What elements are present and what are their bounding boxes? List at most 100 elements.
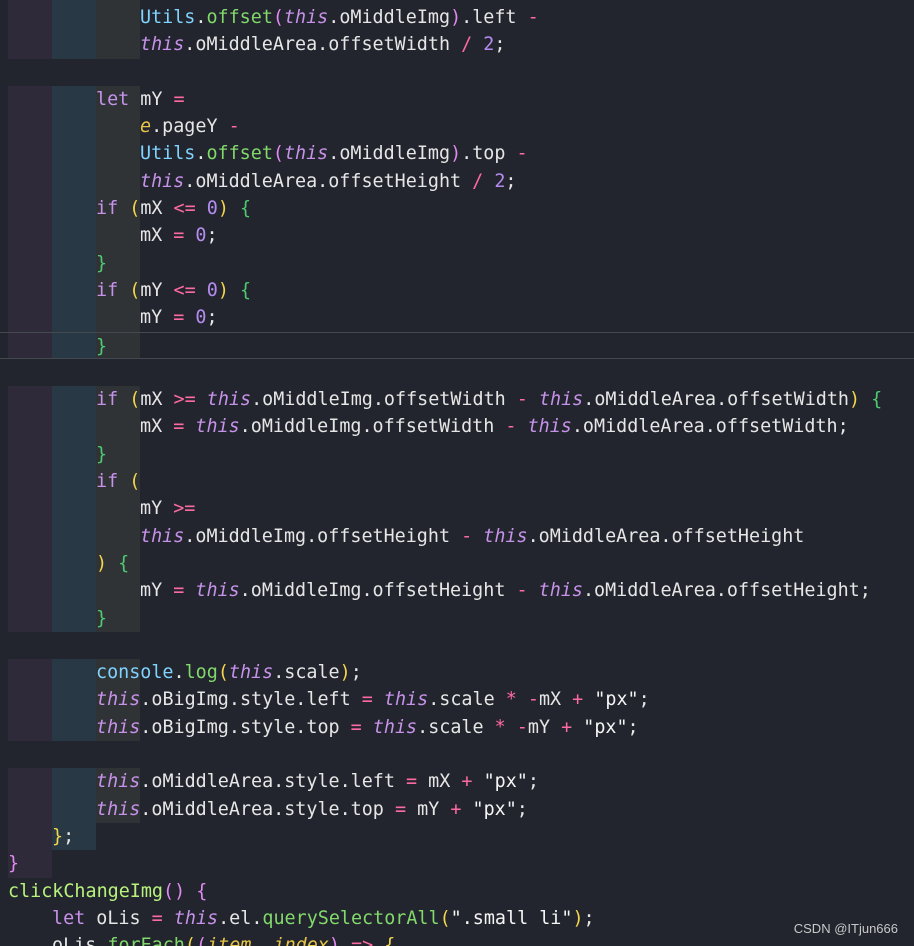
- code-token: +: [561, 716, 573, 738]
- watermark: CSDN @ITjun666: [793, 921, 898, 936]
- code-token: this: [483, 525, 528, 547]
- code-token: mY: [140, 279, 174, 301]
- code-line[interactable]: [0, 58, 914, 86]
- code-line[interactable]: Utils.offset(this.oMiddleImg).top -: [0, 140, 914, 168]
- code-line[interactable]: }: [0, 249, 914, 277]
- code-line[interactable]: this.oMiddleImg.offsetHeight - this.oMid…: [0, 522, 914, 550]
- code-line[interactable]: this.oMiddleArea.style.top = mY + "px";: [0, 795, 914, 823]
- code-token: mX: [140, 416, 174, 438]
- code-token: if: [96, 471, 119, 493]
- code-line[interactable]: mY >=: [0, 495, 914, 523]
- code-text: mX = 0;: [140, 222, 218, 249]
- code-line[interactable]: if (: [0, 468, 914, 496]
- code-token: -: [516, 389, 528, 411]
- code-line[interactable]: if (mX <= 0) {: [0, 195, 914, 223]
- code-line[interactable]: oLis.forEach((item, index) => {: [0, 932, 914, 946]
- code-token: e: [140, 116, 152, 138]
- code-lines[interactable]: Utils.offset(this.oMiddleImg).left - this…: [0, 4, 914, 946]
- code-token: ;: [505, 170, 517, 192]
- code-line[interactable]: mX = this.oMiddleImg.offsetWidth - this.…: [0, 413, 914, 441]
- code-line[interactable]: }: [0, 331, 914, 359]
- code-token: 0: [206, 198, 218, 220]
- code-token: =>: [351, 935, 374, 946]
- code-line[interactable]: }: [0, 850, 914, 878]
- code-token: .scale: [428, 689, 506, 711]
- code-token: ;: [63, 825, 75, 847]
- code-text: }: [96, 250, 107, 277]
- code-text: this.oMiddleImg.offsetHeight - this.oMid…: [140, 523, 804, 550]
- code-token: item: [207, 935, 252, 946]
- code-token: ;: [627, 716, 639, 738]
- code-line[interactable]: Utils.offset(this.oMiddleImg).left -: [0, 4, 914, 32]
- code-line[interactable]: e.pageY -: [0, 113, 914, 141]
- code-text: if (mX <= 0) {: [96, 195, 251, 222]
- code-token: .: [173, 662, 185, 684]
- code-token: console: [96, 662, 174, 684]
- code-line[interactable]: }: [0, 604, 914, 632]
- code-line[interactable]: this.oMiddleArea.offsetWidth / 2;: [0, 31, 914, 59]
- code-token: ".small li": [450, 907, 573, 929]
- code-line[interactable]: this.oBigImg.style.left = this.scale * -…: [0, 686, 914, 714]
- code-line[interactable]: this.oMiddleArea.style.left = mX + "px";: [0, 768, 914, 796]
- code-line[interactable]: console.log(this.scale);: [0, 659, 914, 687]
- code-line[interactable]: }: [0, 440, 914, 469]
- code-token: >=: [173, 498, 196, 520]
- code-line[interactable]: let oLis = this.el.querySelectorAll(".sm…: [0, 904, 914, 933]
- code-token: mX: [417, 771, 462, 793]
- code-line[interactable]: };: [0, 822, 914, 851]
- code-token: oLis.: [52, 935, 108, 946]
- code-token: log: [184, 662, 218, 684]
- code-token: -: [516, 716, 528, 738]
- code-token: (: [272, 143, 284, 165]
- code-token: =: [173, 225, 185, 247]
- code-token: =: [406, 771, 418, 793]
- code-token: .oBigImg.style.top: [140, 716, 351, 738]
- code-token: .oMiddleArea.style.top: [140, 798, 395, 820]
- code-line[interactable]: [0, 741, 914, 769]
- code-text: let mY =: [96, 86, 185, 113]
- code-token: {: [118, 552, 130, 574]
- code-token: .left: [461, 7, 528, 28]
- code-line[interactable]: [0, 358, 914, 387]
- code-token: this: [283, 143, 329, 165]
- code-token: 0: [195, 307, 207, 329]
- code-line[interactable]: let mY =: [0, 85, 914, 114]
- code-token: (: [439, 907, 451, 929]
- code-line[interactable]: clickChangeImg() {: [0, 877, 914, 905]
- code-line[interactable]: mY = 0;: [0, 304, 914, 332]
- code-text: };: [52, 823, 74, 850]
- code-text: this.oMiddleArea.offsetHeight / 2;: [140, 168, 516, 195]
- code-line[interactable]: this.oMiddleArea.offsetHeight / 2;: [0, 167, 914, 196]
- code-token: Utils: [140, 143, 196, 165]
- code-token: (: [195, 935, 208, 946]
- code-text: mX = this.oMiddleImg.offsetWidth - this.…: [140, 413, 849, 440]
- code-token: +: [450, 798, 462, 820]
- code-token: .pageY: [151, 116, 229, 138]
- code-line[interactable]: mY = this.oMiddleImg.offsetHeight - this…: [0, 577, 914, 605]
- code-token: .oMiddleArea.offsetHeight: [184, 170, 473, 192]
- code-line[interactable]: this.oBigImg.style.top = this.scale * -m…: [0, 713, 914, 742]
- code-line[interactable]: [0, 631, 914, 660]
- code-token: mX: [140, 225, 174, 247]
- code-line[interactable]: mX = 0;: [0, 222, 914, 250]
- code-token: mX: [538, 689, 573, 711]
- code-text: }: [96, 441, 107, 468]
- code-line[interactable]: if (mX >= this.oMiddleImg.offsetWidth - …: [0, 386, 914, 414]
- code-editor[interactable]: Utils.offset(this.oMiddleImg).left - this…: [0, 0, 914, 946]
- code-token: mX: [140, 198, 174, 220]
- code-token: ): [174, 880, 186, 902]
- code-text: e.pageY -: [140, 113, 240, 140]
- code-line[interactable]: ) {: [0, 549, 914, 578]
- code-line[interactable]: if (mY <= 0) {: [0, 276, 914, 305]
- code-token: .oMiddleArea.offsetWidth;: [571, 416, 849, 438]
- code-token: index: [273, 935, 329, 946]
